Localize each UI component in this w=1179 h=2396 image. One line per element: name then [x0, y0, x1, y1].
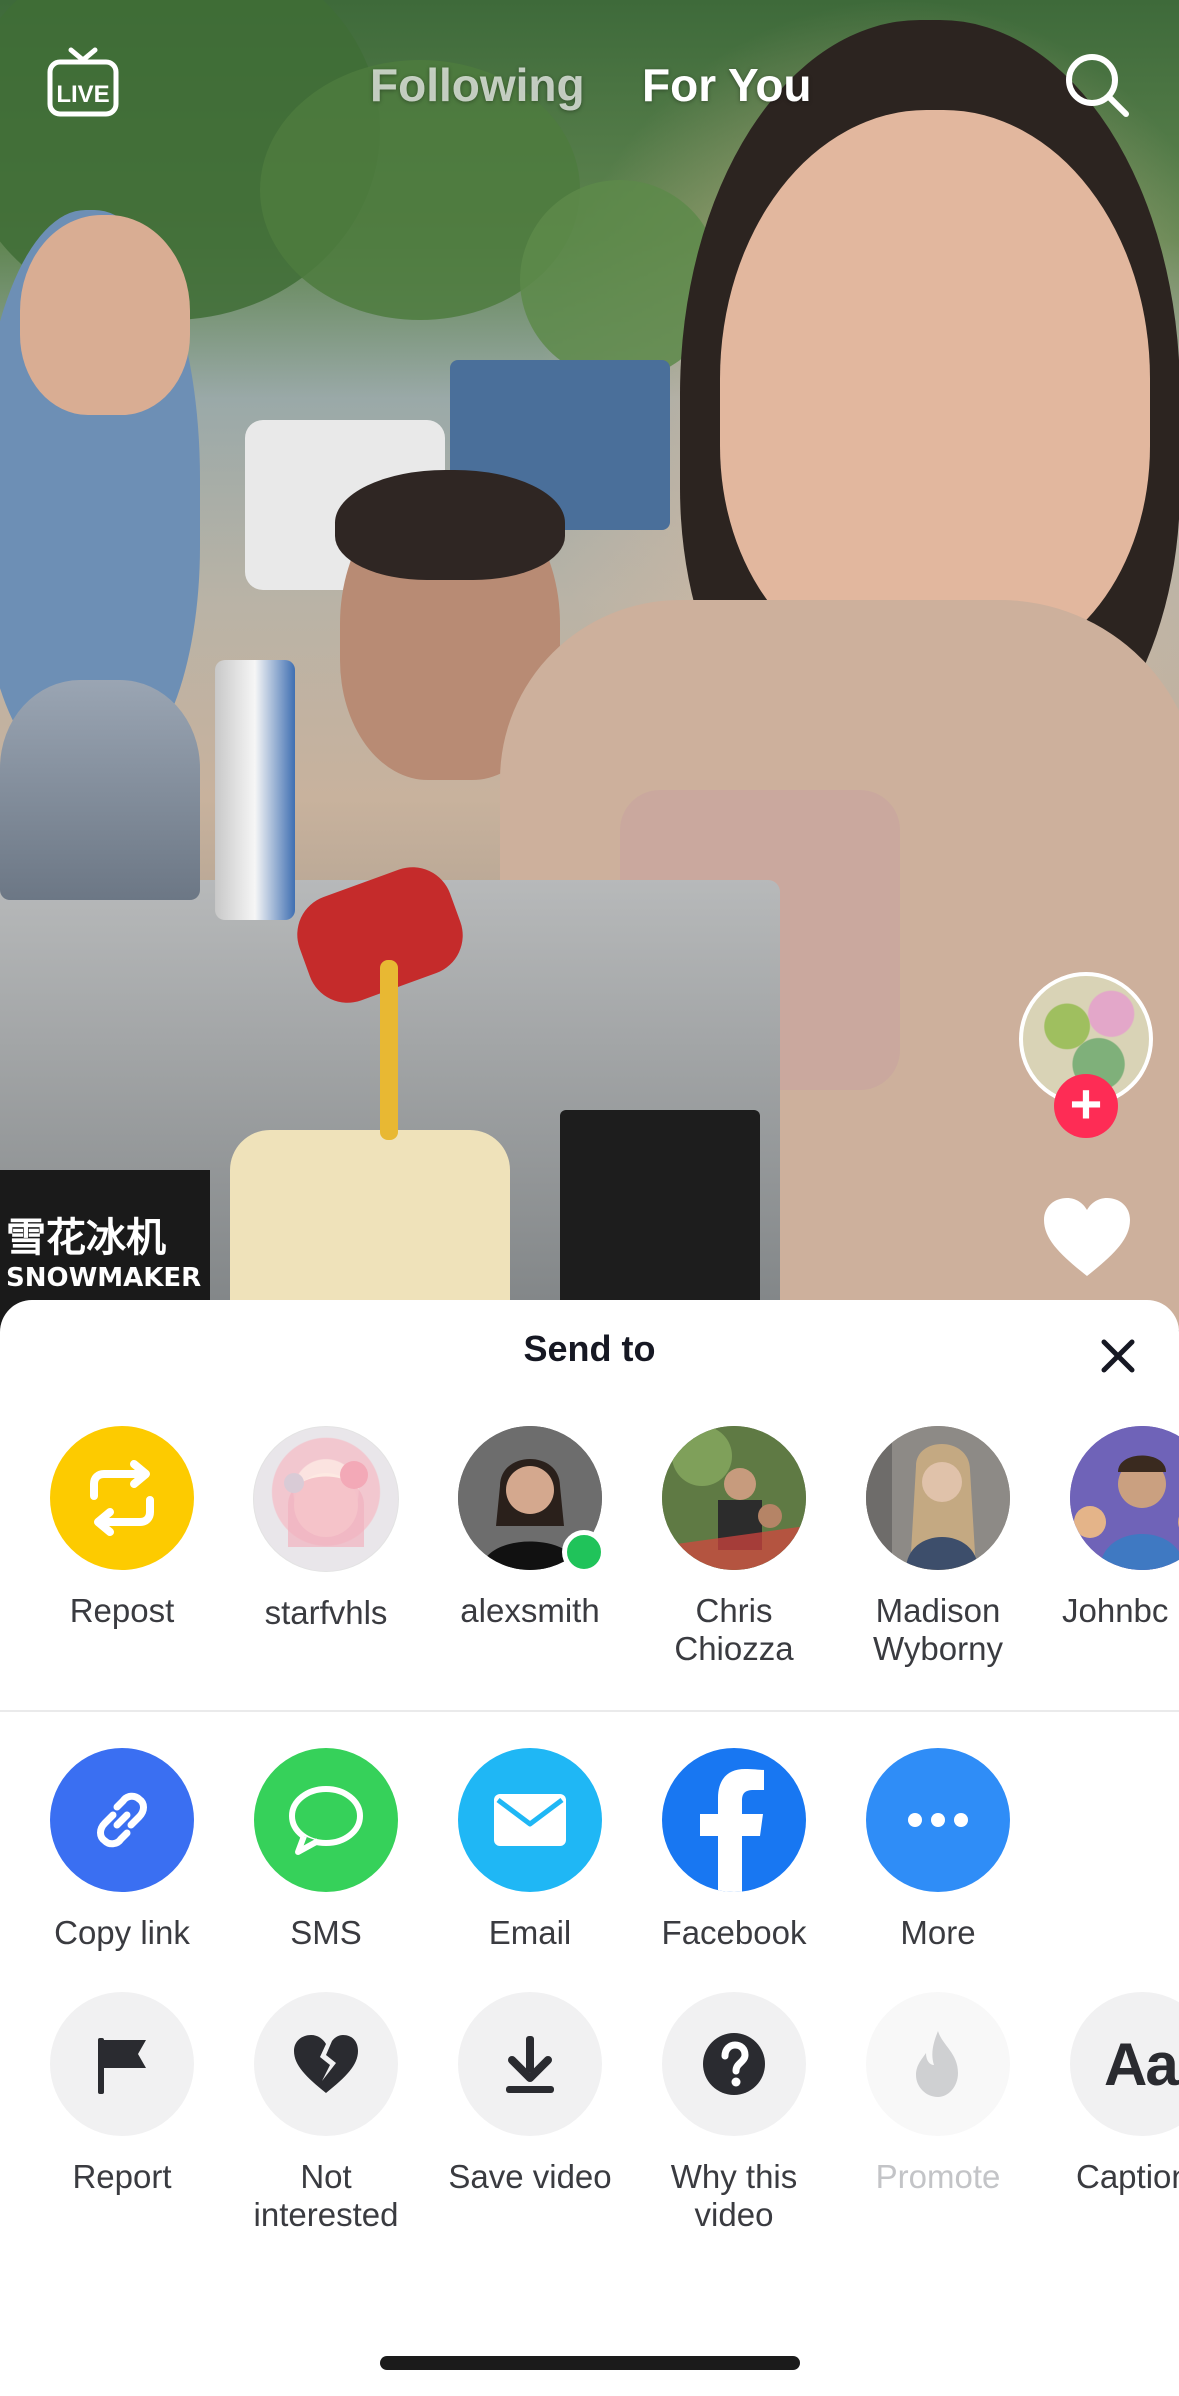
avatar — [866, 1426, 1010, 1570]
heart-icon[interactable] — [1042, 1196, 1132, 1278]
machine-sign: 雪花冰机 SNOWMAKER — [6, 1205, 201, 1293]
follow-plus-button[interactable]: + — [1054, 1074, 1118, 1138]
share-sms[interactable]: SMS — [224, 1748, 428, 1952]
flag-icon — [50, 1992, 194, 2136]
action-label: Save video — [448, 2158, 612, 2195]
home-indicator[interactable] — [380, 2356, 800, 2370]
search-icon[interactable] — [1062, 50, 1132, 120]
action-label: Report — [72, 2158, 172, 2195]
contacts-row: Repost starfvhls alexsmith Chris Chiozza… — [0, 1426, 1179, 1706]
action-label: Promote — [875, 2158, 1001, 2195]
sign-text-en: SNOWMAKER — [6, 1263, 202, 1293]
facebook-icon — [662, 1748, 806, 1892]
share-label: SMS — [290, 1914, 362, 1951]
download-icon — [458, 1992, 602, 2136]
share-facebook[interactable]: Facebook — [632, 1748, 836, 1952]
actions-row: Report Not interested Save video Why thi… — [0, 1992, 1179, 2252]
contact-johnbc[interactable]: Johnbc — [1040, 1426, 1179, 1630]
action-why-this-video[interactable]: Why this video — [632, 1992, 836, 2234]
contact-chris-chiozza[interactable]: Chris Chiozza — [632, 1426, 836, 1668]
contact-label: Chris Chiozza — [674, 1592, 794, 1667]
contact-label: alexsmith — [460, 1592, 600, 1629]
contact-starfvhls[interactable]: starfvhls — [224, 1426, 428, 1632]
contact-madison-wyborny[interactable]: Madison Wyborny — [836, 1426, 1040, 1668]
share-label: More — [900, 1914, 976, 1951]
share-label: Facebook — [661, 1914, 807, 1951]
caption-icon-text: Aa — [1104, 2030, 1179, 2098]
action-caption[interactable]: Aa Caption — [1040, 1992, 1179, 2196]
avatar — [253, 1426, 399, 1572]
sheet-divider — [0, 1710, 1179, 1712]
share-email[interactable]: Email — [428, 1748, 632, 1952]
share-sheet: Send to Repost starfvhls alexsmith Chris… — [0, 1300, 1179, 2396]
share-label: Copy link — [54, 1914, 190, 1951]
action-not-interested[interactable]: Not interested — [224, 1992, 428, 2234]
live-icon[interactable]: LIVE — [46, 46, 120, 120]
action-report[interactable]: Report — [20, 1992, 224, 2196]
sheet-title: Send to — [523, 1328, 656, 1369]
flame-icon — [866, 1992, 1010, 2136]
contact-label: Madison Wyborny — [873, 1592, 1003, 1667]
share-label: Repost — [69, 1592, 175, 1629]
avatar — [662, 1426, 806, 1570]
question-icon — [662, 1992, 806, 2136]
action-save-video[interactable]: Save video — [428, 1992, 632, 2196]
sign-text-cn: 雪花冰机 — [6, 1215, 166, 1261]
broken-heart-icon — [254, 1992, 398, 2136]
share-repost[interactable]: Repost — [20, 1426, 224, 1630]
live-label: LIVE — [56, 81, 109, 108]
repost-icon — [50, 1426, 194, 1570]
share-copy-link[interactable]: Copy link — [20, 1748, 224, 1952]
apps-row: Copy link SMS Email Facebook More — [0, 1748, 1179, 1968]
email-icon — [458, 1748, 602, 1892]
close-icon[interactable] — [1094, 1332, 1142, 1380]
action-promote: Promote — [836, 1992, 1040, 2196]
avatar — [1070, 1426, 1179, 1570]
tab-for-you[interactable]: For You — [642, 58, 812, 112]
contact-label: Johnbc — [1062, 1592, 1169, 1629]
share-label: Email — [488, 1914, 572, 1951]
more-icon — [866, 1748, 1010, 1892]
link-icon — [50, 1748, 194, 1892]
action-label: Not interested — [253, 2158, 399, 2233]
caption-icon: Aa — [1070, 1992, 1179, 2136]
share-more[interactable]: More — [836, 1748, 1040, 1952]
tab-following[interactable]: Following — [370, 58, 585, 112]
top-nav-bar: LIVE Following For You — [0, 40, 1179, 130]
contact-alexsmith[interactable]: alexsmith — [428, 1426, 632, 1630]
sms-icon — [254, 1748, 398, 1892]
video-player[interactable]: 雪花冰机 SNOWMAKER — [0, 0, 1179, 1330]
contact-label: starfvhls — [264, 1594, 388, 1631]
action-label: Why this video — [670, 2158, 798, 2233]
video-frame: 雪花冰机 SNOWMAKER — [0, 0, 1179, 1330]
action-label: Caption — [1076, 2158, 1179, 2195]
online-status-dot — [562, 1530, 606, 1574]
